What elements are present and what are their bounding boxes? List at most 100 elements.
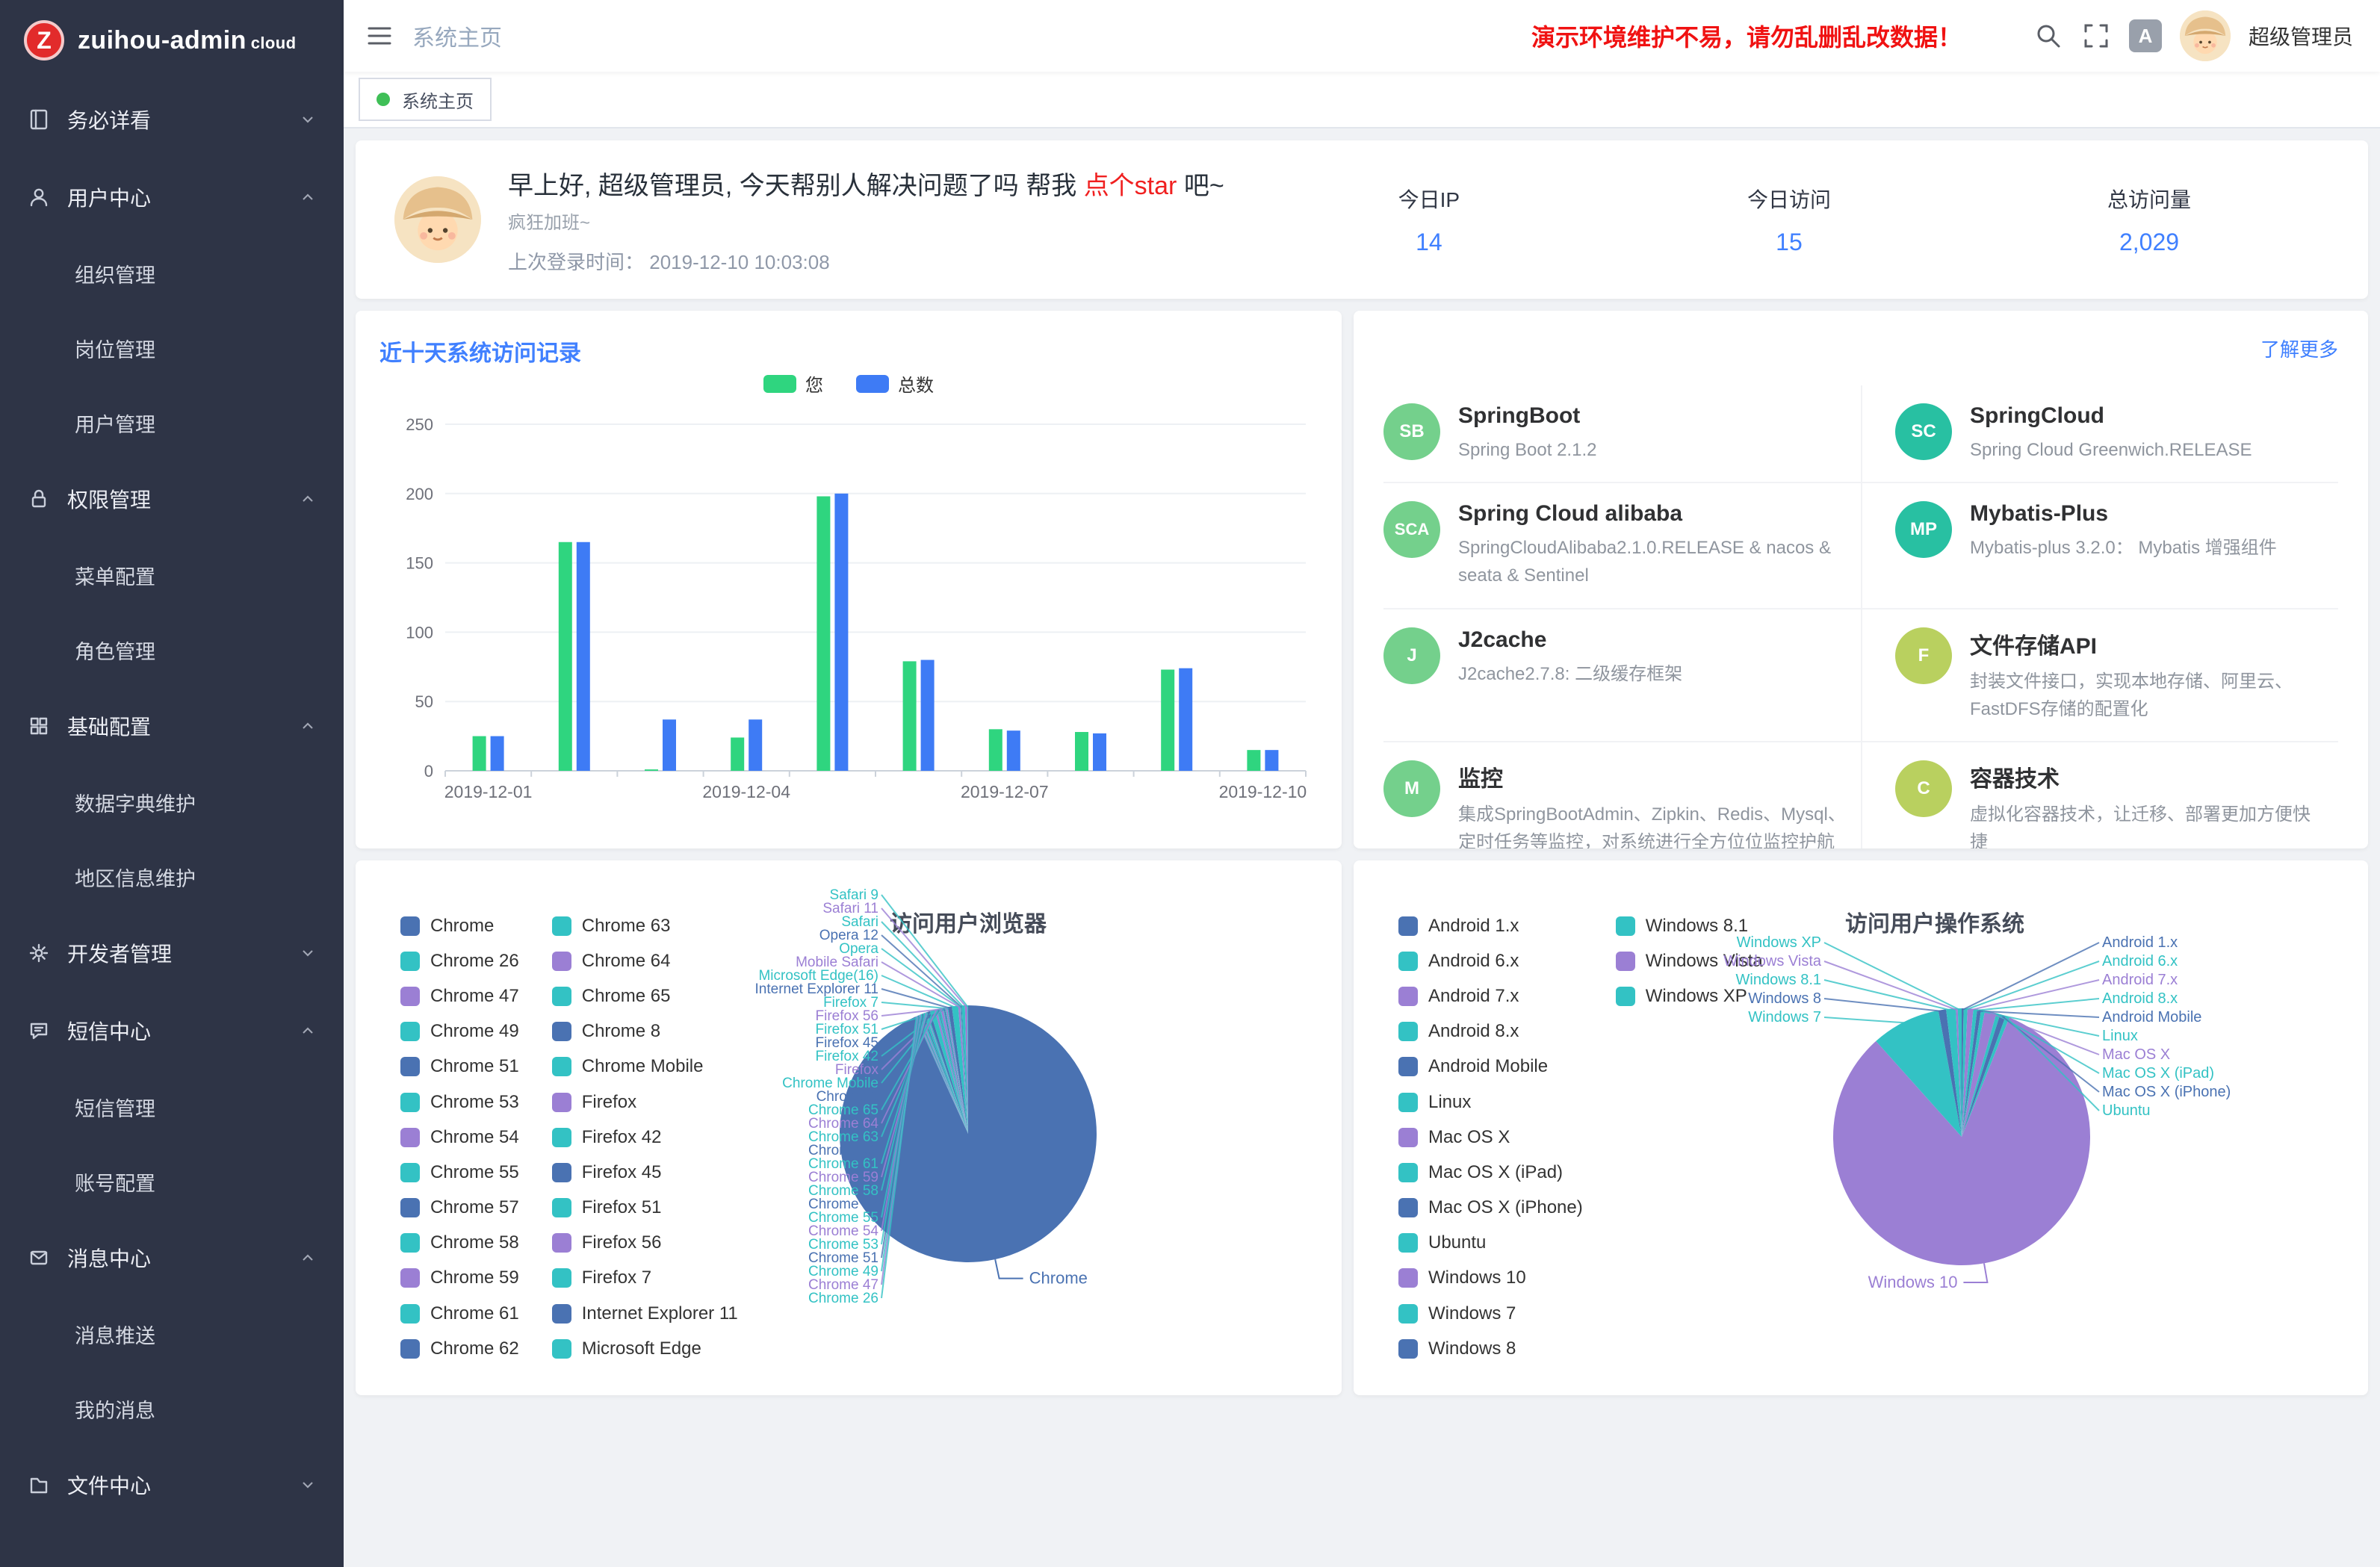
- pie-legend-item[interactable]: Android 1.x: [1398, 908, 1583, 943]
- pie-legend-item[interactable]: Chrome: [400, 908, 519, 943]
- bar-您[interactable]: [1075, 732, 1088, 771]
- sidebar-subitem[interactable]: 我的消息: [0, 1371, 344, 1446]
- sidebar-subitem[interactable]: 岗位管理: [0, 311, 344, 385]
- pie-legend-item[interactable]: Firefox: [552, 1085, 738, 1120]
- pie-slice-Windows 10[interactable]: [1833, 1017, 2090, 1265]
- pie-slice-Windows 8[interactable]: [1939, 1009, 1962, 1137]
- pie-legend-item[interactable]: Windows 10: [1398, 1261, 1583, 1296]
- sidebar-section-4[interactable]: 基础配置: [0, 687, 344, 765]
- pie-slice-Chrome 51[interactable]: [918, 1015, 968, 1134]
- sidebar-subitem[interactable]: 菜单配置: [0, 538, 344, 612]
- pie-slice-Windows Vista[interactable]: [1956, 1008, 1962, 1137]
- sidebar-subitem[interactable]: 消息推送: [0, 1297, 344, 1371]
- pie-slice-Chrome[interactable]: [840, 1005, 1097, 1262]
- pie-slice-Windows 8.1[interactable]: [1946, 1008, 1962, 1137]
- pie-slice-Linux[interactable]: [1962, 1010, 1985, 1137]
- pie-slice-Chrome 55[interactable]: [920, 1014, 968, 1134]
- pie-legend-item[interactable]: Windows 7: [1398, 1296, 1583, 1331]
- pie-slice-Firefox[interactable]: [940, 1008, 968, 1134]
- pie-legend-item[interactable]: Chrome 57: [400, 1191, 519, 1226]
- bar-您[interactable]: [645, 769, 658, 771]
- pie-legend-item[interactable]: Chrome 64: [552, 943, 738, 978]
- sidebar-subitem[interactable]: 账号配置: [0, 1144, 344, 1219]
- pie-legend-item[interactable]: Chrome 8: [552, 1014, 738, 1049]
- pie-legend-item[interactable]: Mac OS X (iPad): [1398, 1155, 1583, 1190]
- pie-slice-Windows 7[interactable]: [1876, 1011, 1962, 1137]
- bar-总数[interactable]: [663, 719, 676, 771]
- bar-您[interactable]: [731, 737, 744, 771]
- search-icon[interactable]: [2033, 21, 2063, 51]
- pie-slice-Chrome 47[interactable]: [916, 1016, 968, 1134]
- font-size-button[interactable]: A: [2129, 19, 2162, 52]
- pie-legend-item[interactable]: Firefox 56: [552, 1226, 738, 1261]
- pie-slice-Windows XP[interactable]: [1958, 1008, 1962, 1137]
- pie-legend-item[interactable]: Chrome 47: [400, 978, 519, 1014]
- pie-legend-item[interactable]: Chrome 54: [400, 1120, 519, 1155]
- pie-slice-Chrome 65[interactable]: [937, 1009, 968, 1134]
- pie-legend-item[interactable]: Windows 8: [1398, 1331, 1583, 1366]
- pie-slice-Chrome Mobile[interactable]: [939, 1008, 968, 1134]
- sidebar-fold-icon[interactable]: [365, 21, 394, 51]
- pie-slice-Android 7.x[interactable]: [1962, 1008, 1974, 1137]
- sidebar-subitem[interactable]: 数据字典维护: [0, 765, 344, 840]
- pie-slice-Chrome 53[interactable]: [919, 1015, 968, 1134]
- pie-slice-Chrome 58[interactable]: [923, 1013, 968, 1134]
- user-avatar[interactable]: [2180, 10, 2231, 61]
- pie-legend-item[interactable]: Linux: [1398, 1085, 1583, 1120]
- bar-总数[interactable]: [491, 736, 504, 771]
- pie-legend-item[interactable]: Android 6.x: [1398, 943, 1583, 978]
- bar-您[interactable]: [1247, 750, 1260, 771]
- pie-slice-Chrome 59[interactable]: [926, 1013, 968, 1134]
- pie-legend-item[interactable]: Mac OS X: [1398, 1120, 1583, 1155]
- pie-legend-item[interactable]: Ubuntu: [1398, 1226, 1583, 1261]
- bar-总数[interactable]: [834, 494, 848, 771]
- app-logo[interactable]: Z zuihou-admincloud: [0, 0, 344, 81]
- sidebar-section-3[interactable]: 权限管理: [0, 460, 344, 538]
- breadcrumb[interactable]: 系统主页: [412, 19, 502, 52]
- sidebar-section-7[interactable]: 消息中心: [0, 1219, 344, 1297]
- pie-legend-item[interactable]: Chrome 58: [400, 1226, 519, 1261]
- pie-legend-item[interactable]: Chrome 61: [400, 1296, 519, 1331]
- sidebar-section-8[interactable]: 文件中心: [0, 1446, 344, 1524]
- pie-slice-Firefox 51[interactable]: [945, 1008, 968, 1134]
- pie-slice-Mac OS X (iPad)[interactable]: [1962, 1013, 2001, 1137]
- pie-slice-Mac OS X[interactable]: [1962, 1011, 1997, 1137]
- pie-legend-item[interactable]: Mac OS X (iPhone): [1398, 1191, 1583, 1226]
- pie-legend-item[interactable]: Chrome 59: [400, 1261, 519, 1296]
- bar-总数[interactable]: [749, 719, 762, 771]
- bar-您[interactable]: [816, 497, 830, 771]
- sidebar-subitem[interactable]: 角色管理: [0, 612, 344, 687]
- pie-slice-Firefox 56[interactable]: [946, 1007, 968, 1134]
- star-link[interactable]: 点个star: [1084, 172, 1177, 200]
- bar-总数[interactable]: [1007, 730, 1020, 771]
- pie-legend-item[interactable]: Chrome 51: [400, 1049, 519, 1085]
- sidebar-section-6[interactable]: 短信中心: [0, 992, 344, 1070]
- pie-slice-Chrome 49[interactable]: [917, 1016, 968, 1134]
- pie-slice-Ubuntu[interactable]: [1962, 1016, 2009, 1137]
- pie-slice-Chrome 8[interactable]: [938, 1009, 968, 1135]
- pie-slice-Android 8.x[interactable]: [1962, 1009, 1977, 1137]
- learn-more-link[interactable]: 了解更多: [2260, 335, 2338, 362]
- bar-legend-item[interactable]: 您: [763, 370, 823, 397]
- pie-legend-item[interactable]: Chrome 26: [400, 943, 519, 978]
- pie-slice-Firefox 7[interactable]: [947, 1007, 968, 1134]
- pie-legend-item[interactable]: Firefox 51: [552, 1191, 738, 1226]
- pie-slice-Opera 12[interactable]: [961, 1005, 968, 1134]
- pie-slice-Chrome 64[interactable]: [935, 1009, 968, 1134]
- visits-bar-chart[interactable]: 0501001502002502019-12-012019-12-042019-…: [379, 370, 1318, 828]
- sidebar-subitem[interactable]: 地区信息维护: [0, 840, 344, 914]
- pie-slice-Safari 9[interactable]: [967, 1005, 968, 1134]
- pie-slice-Mac OS X (iPhone)[interactable]: [1962, 1014, 2006, 1137]
- bar-您[interactable]: [473, 736, 486, 771]
- sidebar-subitem[interactable]: 用户管理: [0, 385, 344, 460]
- sidebar-section-5[interactable]: 开发者管理: [0, 914, 344, 992]
- bar-legend-item[interactable]: 总数: [856, 370, 934, 397]
- bar-您[interactable]: [559, 542, 572, 771]
- pie-slice-Safari[interactable]: [961, 1005, 968, 1134]
- bar-总数[interactable]: [1093, 733, 1106, 771]
- sidebar-section-1[interactable]: 务必详看: [0, 81, 344, 158]
- pie-legend-item[interactable]: Windows XP: [1616, 978, 1763, 1014]
- bar-总数[interactable]: [1179, 668, 1192, 771]
- pie-legend-item[interactable]: Firefox 7: [552, 1261, 738, 1296]
- pie-slice-Mobile Safari[interactable]: [958, 1005, 968, 1134]
